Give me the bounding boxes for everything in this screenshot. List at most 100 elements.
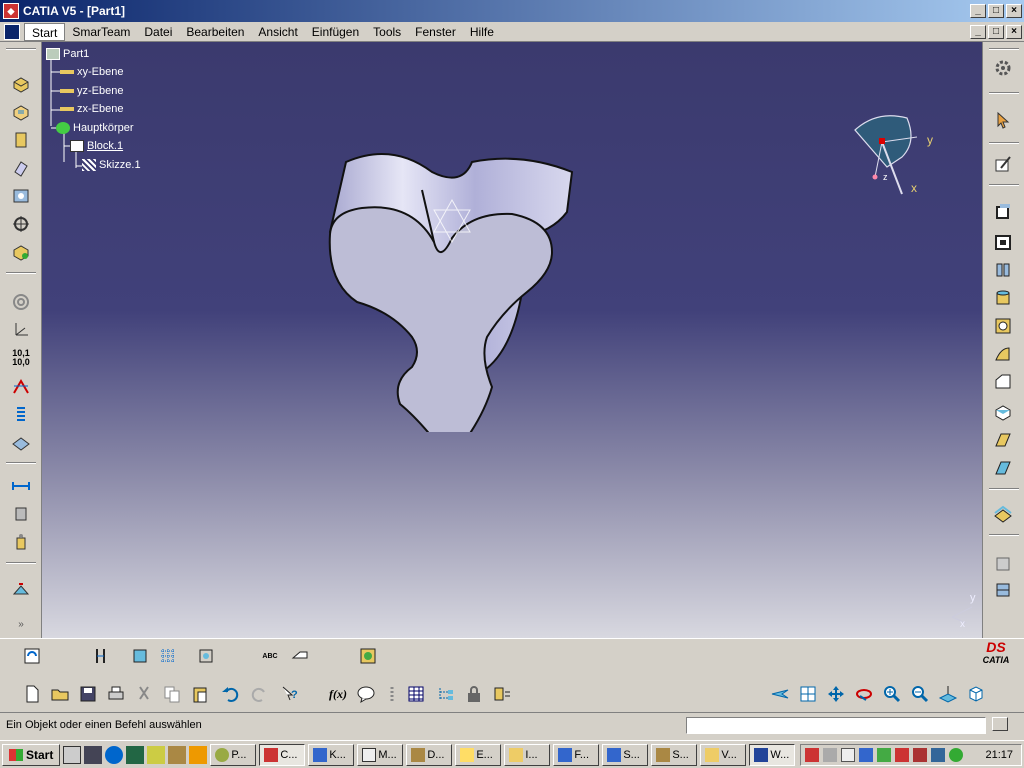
tree-node-hauptkoerper[interactable]: Hauptkörper [56, 120, 134, 136]
tray-icon-5[interactable] [931, 748, 945, 762]
catalog-icon[interactable] [356, 644, 380, 668]
tree-structure-icon[interactable] [434, 682, 458, 706]
grid-icon[interactable] [156, 644, 180, 668]
menu-hilfe[interactable]: Hilfe [463, 23, 501, 41]
hand-icon[interactable] [841, 748, 855, 762]
task-button-7[interactable]: I... [504, 743, 551, 766]
paste-icon[interactable] [188, 682, 212, 706]
explorer-icon[interactable] [84, 745, 103, 764]
menu-bearbeiten[interactable]: Bearbeiten [179, 23, 251, 41]
task-button-8[interactable]: F... [553, 743, 600, 766]
ie-icon[interactable] [105, 745, 124, 764]
menu-start[interactable]: Start [24, 22, 66, 41]
task-button-10[interactable]: S... [651, 743, 698, 766]
groove-icon[interactable] [9, 156, 33, 180]
new-icon[interactable] [20, 682, 44, 706]
sketcher-icon[interactable] [991, 152, 1015, 176]
task-button-6[interactable]: E... [455, 743, 502, 766]
parameter-icon[interactable] [490, 682, 514, 706]
pocket-icon[interactable] [9, 100, 33, 124]
task-button-12[interactable]: W... [749, 743, 796, 766]
target-icon[interactable] [9, 212, 33, 236]
app-icon-2[interactable] [147, 745, 166, 764]
tray-icon-2[interactable] [859, 748, 873, 762]
doc-minimize-button[interactable]: _ [970, 25, 986, 39]
text-annotation-icon[interactable]: ABC [258, 644, 282, 668]
menu-tools[interactable]: Tools [366, 23, 408, 41]
formula-icon[interactable]: f(x) [326, 682, 350, 706]
spiral-icon[interactable] [9, 290, 33, 314]
app-icon[interactable] [126, 745, 145, 764]
compass-icon[interactable]: y x z [847, 112, 947, 202]
undo-icon[interactable] [218, 682, 242, 706]
hole-tool-icon[interactable] [991, 314, 1015, 338]
update-icon[interactable] [20, 644, 44, 668]
thickness-icon[interactable] [991, 456, 1015, 480]
rotate-icon[interactable] [852, 682, 876, 706]
pad-tool-icon[interactable] [991, 200, 1015, 224]
copy-icon[interactable] [160, 682, 184, 706]
maximize-button[interactable]: □ [988, 4, 1004, 18]
shaft-icon[interactable] [9, 128, 33, 152]
tray-icon-4[interactable] [913, 748, 927, 762]
task-button-5[interactable]: D... [406, 743, 453, 766]
shaft-tool-icon[interactable] [991, 258, 1015, 282]
more-tools-icon[interactable]: » [9, 612, 33, 636]
flag-note-icon[interactable] [288, 644, 312, 668]
numbers-icon[interactable]: 10,1 10,0 [9, 346, 33, 370]
network-icon[interactable] [877, 748, 891, 762]
shell-icon[interactable] [991, 428, 1015, 452]
view-cube-icon[interactable] [964, 682, 988, 706]
tree-node-block1[interactable]: Block.1 [70, 138, 123, 154]
task-button-3[interactable]: K... [308, 743, 355, 766]
fly-mode-icon[interactable] [768, 682, 792, 706]
zoom-in-icon[interactable] [880, 682, 904, 706]
spring-icon[interactable] [380, 682, 404, 706]
constraint-tool-icon[interactable] [90, 644, 114, 668]
menu-smarteam[interactable]: SmarTeam [65, 23, 137, 41]
print-icon[interactable] [104, 682, 128, 706]
title-bar[interactable]: ◆ CATIA V5 - [Part1] _ □ × [0, 0, 1024, 22]
dress-up-icon[interactable] [9, 240, 33, 264]
fit-all-icon[interactable] [194, 644, 218, 668]
tree-node-yz-plane[interactable]: yz-Ebene [60, 83, 123, 99]
menu-datei[interactable]: Datei [137, 23, 179, 41]
layer-icon[interactable] [9, 430, 33, 454]
constraint-icon[interactable] [9, 374, 33, 398]
mass-icon[interactable] [9, 530, 33, 554]
doc-close-button[interactable]: × [1006, 25, 1022, 39]
task-button-11[interactable]: V... [700, 743, 747, 766]
task-button-4[interactable]: M... [357, 743, 404, 766]
analysis-icon[interactable] [9, 578, 33, 602]
media-icon[interactable] [189, 745, 208, 764]
fit-all-in-icon[interactable] [796, 682, 820, 706]
menu-einfuegen[interactable]: Einfügen [305, 23, 366, 41]
split-icon[interactable] [991, 578, 1015, 602]
fillet-icon[interactable] [991, 342, 1015, 366]
command-input[interactable] [686, 717, 986, 734]
open-icon[interactable] [48, 682, 72, 706]
chamfer-icon[interactable] [991, 370, 1015, 394]
axis-system-icon[interactable] [9, 318, 33, 342]
app-icon-3[interactable] [168, 745, 187, 764]
pocket-tool-icon[interactable] [991, 230, 1015, 254]
sketch-based-icon[interactable] [128, 644, 152, 668]
hole-icon[interactable] [9, 184, 33, 208]
select-arrow-icon[interactable] [991, 108, 1015, 132]
3d-viewport[interactable]: Part1 xy-Ebene yz-Ebene zx-Ebene Hauptkö… [42, 42, 982, 638]
measure-icon[interactable] [9, 474, 33, 498]
tree-node-part1[interactable]: Part1 [46, 46, 89, 62]
measure-item-icon[interactable] [9, 502, 33, 526]
pad-icon[interactable] [9, 72, 33, 96]
menu-ansicht[interactable]: Ansicht [251, 23, 304, 41]
document-icon[interactable] [4, 23, 20, 40]
tray-icon-6[interactable] [949, 748, 963, 762]
knowledge-icon[interactable] [354, 682, 378, 706]
tree-node-zx-plane[interactable]: zx-Ebene [60, 101, 123, 117]
volume-icon[interactable] [823, 748, 837, 762]
minimize-button[interactable]: _ [970, 4, 986, 18]
task-button-catia[interactable]: C... [259, 743, 306, 766]
pan-icon[interactable] [824, 682, 848, 706]
lock-icon[interactable] [462, 682, 486, 706]
normal-view-icon[interactable] [936, 682, 960, 706]
